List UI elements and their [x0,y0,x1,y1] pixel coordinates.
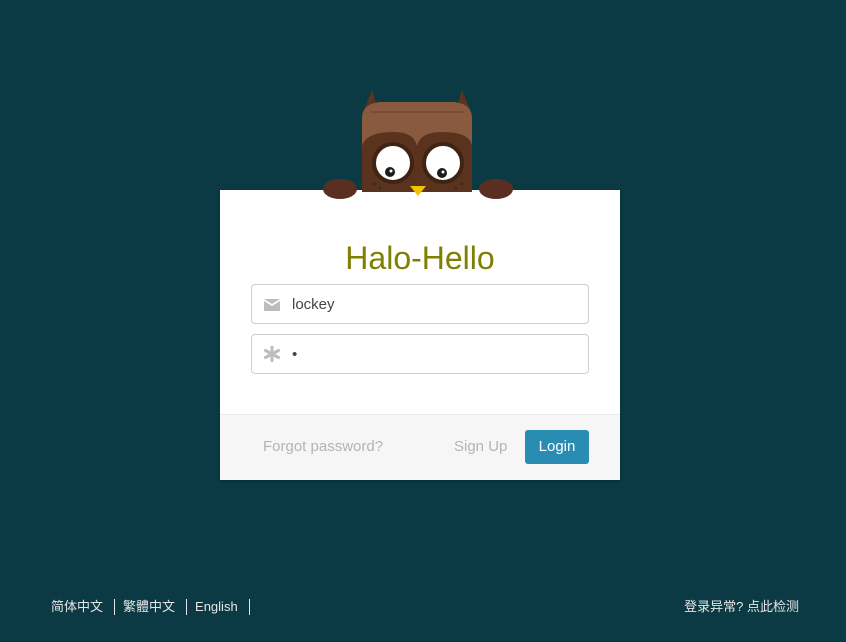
owl-mascot-icon [323,90,513,199]
login-card: Halo-Hello Forgot password? Sign Up Logi… [220,190,620,480]
language-traditional-chinese[interactable]: 繁體中文 [117,599,188,615]
username-input[interactable] [292,285,578,323]
forgot-password-link[interactable]: Forgot password? [263,437,383,457]
sign-up-link[interactable]: Sign Up [454,437,507,457]
login-check-link[interactable]: 登录异常? 点此检测 [684,598,799,616]
language-simplified-chinese[interactable]: 简体中文 [45,599,116,615]
password-field[interactable] [251,334,589,374]
card-footer: Forgot password? Sign Up Login [220,414,620,480]
asterisk-icon [264,346,280,362]
username-field[interactable] [251,284,589,324]
language-english[interactable]: English [189,599,250,615]
password-input[interactable] [292,335,578,373]
app-title: Halo-Hello [345,240,495,276]
envelope-icon [264,299,280,311]
login-button[interactable]: Login [525,430,589,464]
language-switcher: 简体中文 繁體中文 English [45,598,252,616]
